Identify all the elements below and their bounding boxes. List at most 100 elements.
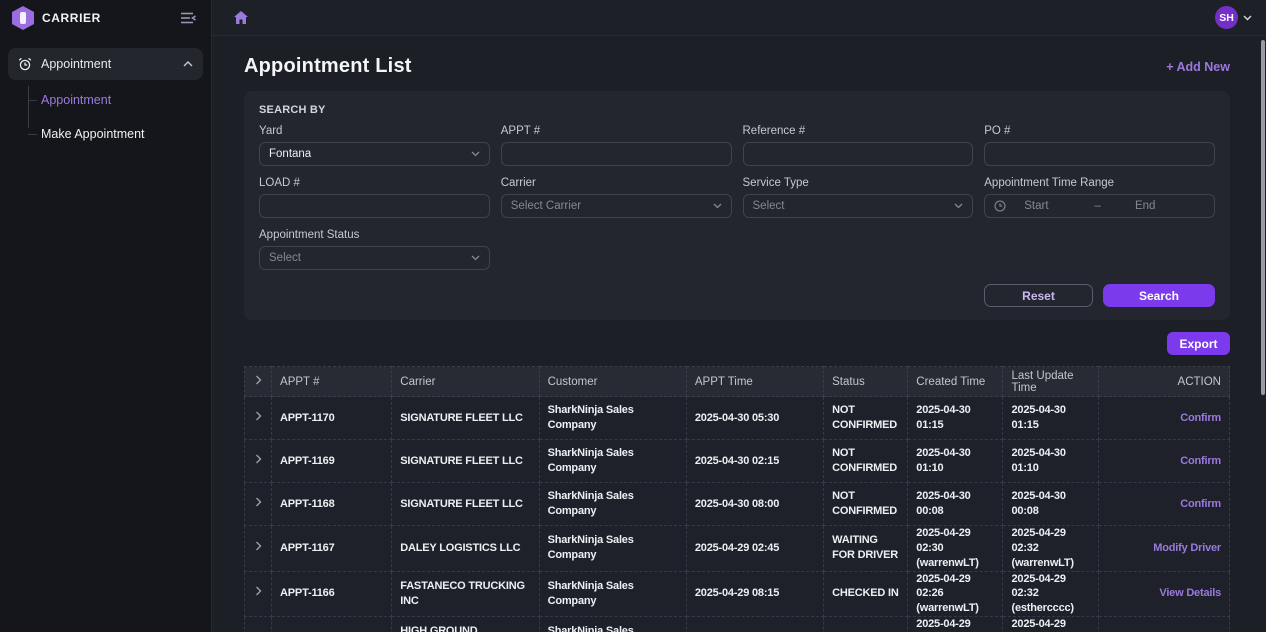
yard-select[interactable]: Fontana [259,142,490,166]
vertical-scrollbar[interactable] [1261,40,1265,395]
clock-icon [994,200,1006,212]
appt-number-label: APPT # [501,125,732,137]
load-number-label: LOAD # [259,177,490,189]
page-title: Appointment List [244,55,412,78]
service-type-field: Service Type Select [743,177,974,218]
action-link[interactable]: Confirm [1180,412,1221,424]
table-row: APPT-1167DALEY LOGISTICS LLCSharkNinja S… [245,526,1230,572]
service-type-select[interactable]: Select [743,194,974,218]
carrier-cell: FASTANECO TRUCKING INC [392,571,539,617]
created-time-cell: 2025-04-30 01:15 [908,397,1003,440]
action-cell: Confirm [1098,440,1229,483]
action-link[interactable]: Confirm [1180,498,1221,510]
appointment-status-select[interactable]: Select [259,246,490,270]
search-panel: SEARCH BY Yard Fontana APPT # [244,91,1230,320]
customer-cell: SharkNinja Sales Company [539,526,686,572]
user-menu[interactable]: SH [1215,6,1252,29]
last-update-time-cell: 2025-04-29 01:43 (esthercccc) [1003,617,1098,632]
created-time-cell: 2025-04-29 01:39 (warrenwLT) [908,617,1003,632]
expand-row-icon[interactable] [255,411,262,421]
customer-cell: SharkNinja Sales Company [539,617,686,632]
chevron-down-icon [1243,15,1252,21]
yard-field: Yard Fontana [259,125,490,166]
sidebar-collapse-icon[interactable] [179,9,197,27]
header-last-update-time: Last Update Time [1003,367,1098,397]
time-range-start[interactable]: Start [1024,200,1048,212]
expand-row-icon[interactable] [255,454,262,464]
carrier-select-placeholder: Select Carrier [511,200,713,212]
status-cell: CHECKED IN [824,571,908,617]
created-time-cell: 2025-04-30 00:08 [908,483,1003,526]
header-customer: Customer [539,367,686,397]
action-cell: Modify Driver [1098,526,1229,572]
customer-cell: SharkNinja Sales Company [539,483,686,526]
appt-number-cell: APPT-1168 [272,483,392,526]
table-row: APPT-1170SIGNATURE FLEET LLCSharkNinja S… [245,397,1230,440]
appt-number-input[interactable] [511,148,722,160]
last-update-time-cell: 2025-04-29 02:32 (esthercccc) [1003,571,1098,617]
carrier-label: Carrier [501,177,732,189]
yard-select-value: Fontana [269,148,471,160]
reference-number-label: Reference # [743,125,974,137]
sidebar-item-make-appointment[interactable]: Make Appointment [28,126,203,142]
action-cell: View Details [1098,617,1229,632]
appt-time-cell: 2025-04-30 02:15 [686,440,823,483]
appointment-time-range-label: Appointment Time Range [984,177,1215,189]
sidebar-item-label: Make Appointment [41,127,145,141]
chevron-down-icon [713,203,722,209]
po-number-field: PO # [984,125,1215,166]
chevron-down-icon [471,255,480,261]
carrier-field: Carrier Select Carrier [501,177,732,218]
add-new-button[interactable]: + Add New [1166,60,1230,74]
table-row: APPT-1169SIGNATURE FLEET LLCSharkNinja S… [245,440,1230,483]
expand-row-icon[interactable] [255,541,262,551]
export-button[interactable]: Export [1167,332,1230,355]
sidebar-header: CARRIER [0,0,211,36]
header-appt-number: APPT # [272,367,392,397]
appointment-status-select-placeholder: Select [269,252,471,264]
header-action: ACTION [1098,367,1229,397]
created-time-cell: 2025-04-29 02:26 (warrenwLT) [908,571,1003,617]
po-number-input[interactable] [994,148,1205,160]
reset-button[interactable]: Reset [984,284,1093,307]
appt-time-cell: 2025-04-30 08:00 [686,483,823,526]
appointment-time-range-picker[interactable]: Start – End [984,194,1215,218]
expand-cell [245,397,272,440]
action-link[interactable]: View Details [1159,587,1221,599]
status-cell: NOT CONFIRMED [824,483,908,526]
sidebar-item-appointment-group[interactable]: Appointment [8,48,203,80]
status-cell: NOT CONFIRMED [824,440,908,483]
service-type-label: Service Type [743,177,974,189]
sidebar-item-appointment[interactable]: Appointment [28,92,203,108]
search-button[interactable]: Search [1103,284,1215,307]
header-status: Status [824,367,908,397]
time-range-end[interactable]: End [1135,200,1155,212]
reference-number-field: Reference # [743,125,974,166]
last-update-time-cell: 2025-04-30 00:08 [1003,483,1098,526]
status-cell: WAITING FOR DRIVER [824,526,908,572]
header-created-time: Created Time [908,367,1003,397]
action-link[interactable]: Modify Driver [1153,542,1221,554]
load-number-field: LOAD # [259,177,490,218]
po-number-input-wrap [984,142,1215,166]
sidebar: CARRIER Appointment Appointment Make App… [0,0,212,632]
action-link[interactable]: Confirm [1180,455,1221,467]
expand-row-icon[interactable] [255,497,262,507]
chevron-up-icon [183,61,193,67]
carrier-cell: SIGNATURE FLEET LLC [392,483,539,526]
carrier-select[interactable]: Select Carrier [501,194,732,218]
appointment-status-field: Appointment Status Select [259,229,490,270]
avatar[interactable]: SH [1215,6,1238,29]
customer-cell: SharkNinja Sales Company [539,440,686,483]
status-cell: NOT CONFIRMED [824,397,908,440]
expand-row-icon[interactable] [255,586,262,596]
load-number-input-wrap [259,194,490,218]
last-update-time-cell: 2025-04-30 01:10 [1003,440,1098,483]
load-number-input[interactable] [269,200,480,212]
carrier-cell: SIGNATURE FLEET LLC [392,440,539,483]
reference-number-input[interactable] [753,148,964,160]
header-appt-time: APPT Time [686,367,823,397]
reference-number-input-wrap [743,142,974,166]
appt-number-field: APPT # [501,125,732,166]
home-icon[interactable] [234,11,248,24]
